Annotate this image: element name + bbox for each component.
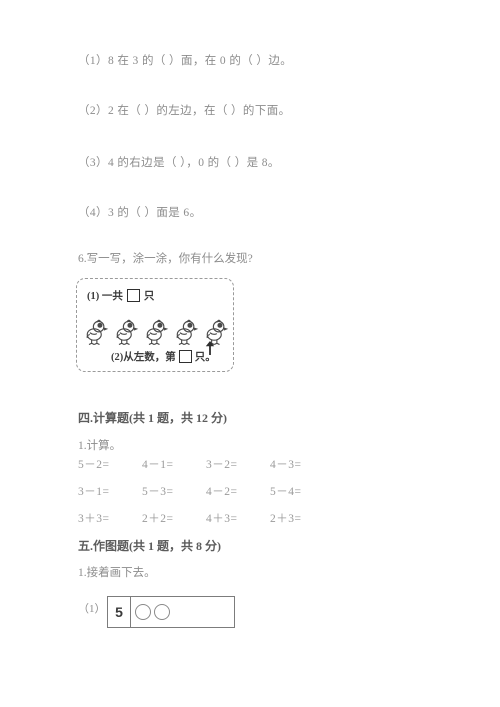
question-6-illustration-box: (1) 一共 只 (2)从左数，第 只。 bbox=[76, 278, 234, 372]
calc-expression: 4－3= bbox=[270, 459, 302, 471]
chick-icon bbox=[116, 319, 139, 345]
section-five-subheading: 1.接着画下去。 bbox=[78, 567, 156, 579]
chick-icon bbox=[176, 319, 199, 345]
chick-icon bbox=[146, 319, 169, 345]
calc-expression: 5－3= bbox=[142, 486, 174, 498]
fill-blank-line-2: （2）2 在（ ）的左边，在（ ）的下面。 bbox=[78, 105, 291, 117]
calc-expression: 3＋3= bbox=[78, 513, 110, 525]
illustration-line-1-prefix: (1) 一共 bbox=[87, 291, 123, 302]
calc-expression: 4＋3= bbox=[206, 513, 238, 525]
question-6-prompt: 6.写一写，涂一涂，你有什么发现? bbox=[78, 253, 253, 265]
calc-expression: 3－2= bbox=[206, 459, 238, 471]
answer-box-position[interactable] bbox=[178, 350, 192, 363]
calc-expression: 3－1= bbox=[78, 486, 110, 498]
figure-number: 5 bbox=[108, 597, 131, 627]
worksheet-page: （1）8 在 3 的（ ）面，在 0 的（ ）边。 （2）2 在（ ）的左边，在… bbox=[0, 0, 500, 707]
calc-expression: 2＋3= bbox=[270, 513, 302, 525]
answer-box-total[interactable] bbox=[126, 289, 140, 302]
section-four-heading: 四.计算题(共 1 题，共 12 分) bbox=[78, 411, 227, 425]
illustration-line-1: (1) 一共 只 bbox=[87, 288, 154, 303]
calc-expression: 5－2= bbox=[78, 459, 110, 471]
illustration-line-2: (2)从左数，第 只。 bbox=[111, 349, 216, 364]
illustration-line-1-suffix: 只 bbox=[143, 291, 155, 302]
drawing-item-label: （1） bbox=[78, 603, 106, 615]
illustration-line-2-prefix: (2)从左数，第 bbox=[111, 352, 176, 363]
circle-shape bbox=[135, 604, 151, 620]
section-five-heading: 五.作图题(共 1 题，共 8 分) bbox=[78, 539, 221, 553]
calc-expression: 4－2= bbox=[206, 486, 238, 498]
fill-blank-line-4: （4）3 的（ ）面是 6。 bbox=[78, 207, 202, 219]
calc-expression: 5－4= bbox=[270, 486, 302, 498]
illustration-line-2-suffix: 只。 bbox=[194, 352, 216, 363]
figure-shapes bbox=[131, 597, 234, 627]
fill-blank-line-3: （3）4 的右边是（ ），0 的（ ）是 8。 bbox=[78, 157, 280, 169]
chick-icon bbox=[86, 319, 109, 345]
drawing-figure-box[interactable]: 5 bbox=[107, 596, 235, 628]
calc-expression: 2＋2= bbox=[142, 513, 174, 525]
calc-expression: 4－1= bbox=[142, 459, 174, 471]
section-four-subheading: 1.计算。 bbox=[78, 440, 122, 452]
fill-blank-line-1: （1）8 在 3 的（ ）面，在 0 的（ ）边。 bbox=[78, 55, 293, 67]
circle-shape bbox=[154, 604, 170, 620]
